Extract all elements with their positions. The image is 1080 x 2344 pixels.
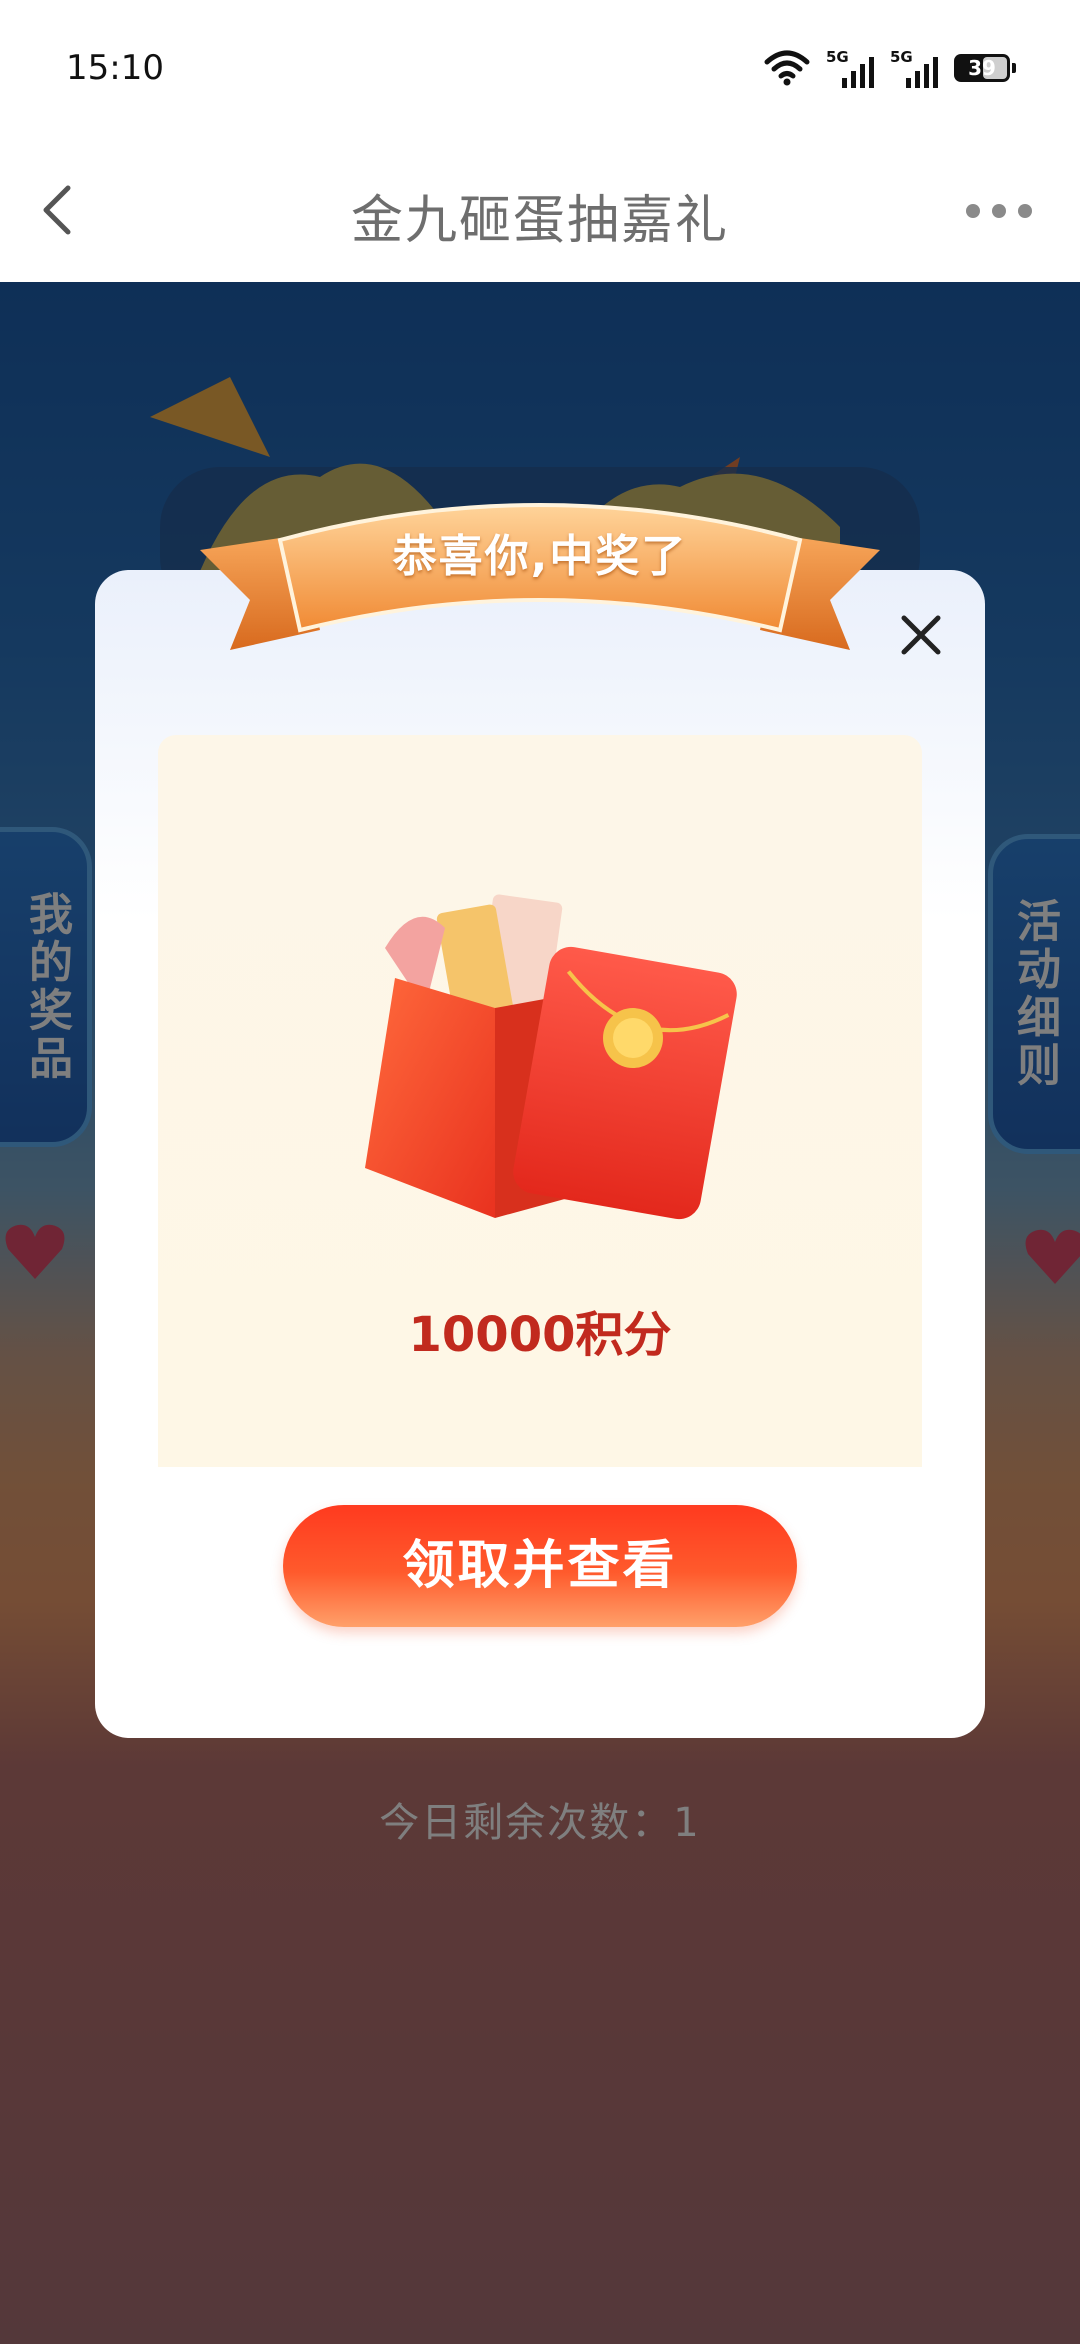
battery-icon: 39 — [954, 54, 1016, 82]
more-options-icon[interactable] — [966, 204, 1032, 218]
page-title: 金九砸蛋抽嘉礼 — [350, 191, 729, 251]
status-bar: 15:10 5G 5G 39 — [0, 0, 1080, 140]
close-icon[interactable] — [898, 612, 944, 658]
battery-level: 39 — [968, 56, 996, 80]
cellular-signal-icon: 5G — [826, 48, 874, 88]
claim-and-view-button[interactable]: 领取并查看 — [283, 1505, 797, 1627]
congrats-banner-text: 恭喜你,中奖了 — [392, 531, 688, 582]
red-envelope-gift-icon — [365, 894, 737, 1220]
status-time: 15:10 — [66, 48, 164, 88]
status-icons: 5G 5G 39 — [764, 46, 1016, 90]
prize-amount: 10000积分 — [408, 1307, 672, 1363]
nav-bar: 金九砸蛋抽嘉礼 — [0, 140, 1080, 282]
wifi-icon — [764, 50, 810, 86]
cellular-signal-icon-2: 5G — [890, 48, 938, 88]
